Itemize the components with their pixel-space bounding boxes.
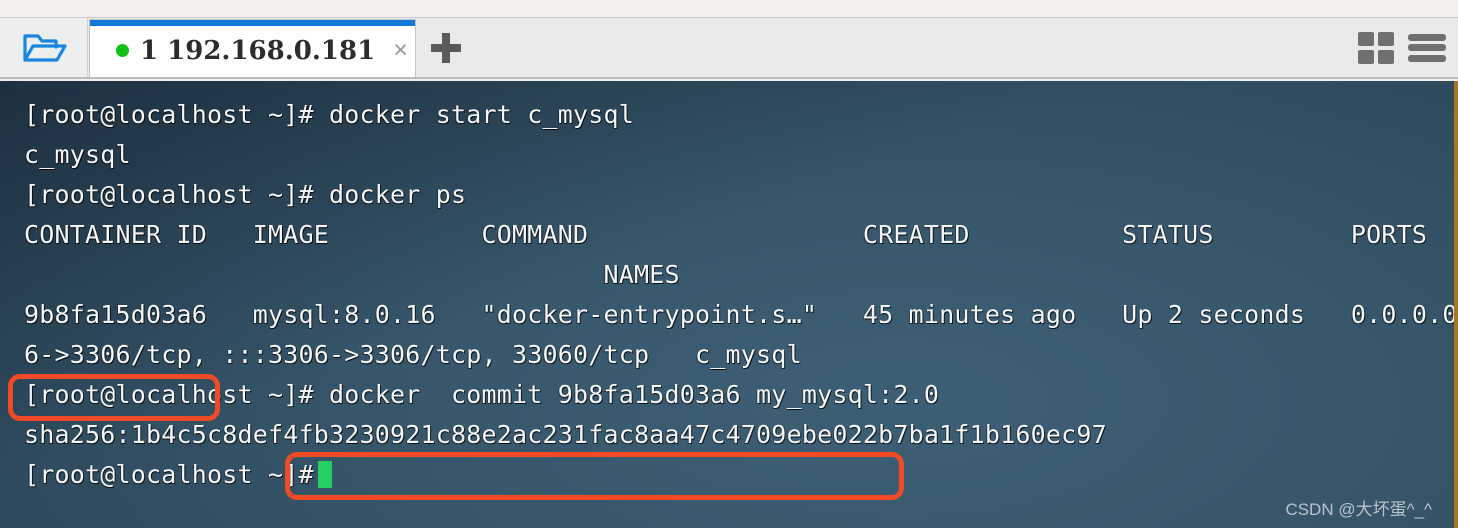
terminal-line: c_mysql bbox=[24, 140, 131, 169]
terminal-line-table-row-cont: 6->3306/tcp, :::3306->3306/tcp, 33060/tc… bbox=[24, 340, 802, 369]
terminal-line-table-header: CONTAINER ID IMAGE COMMAND CREATED STATU… bbox=[24, 220, 1428, 249]
terminal-text: [root@localhost ~]# docker start c_mysql… bbox=[0, 81, 1454, 528]
terminal-line-table-header-cont: NAMES bbox=[24, 260, 680, 289]
terminal-line-sha256: sha256:1b4c5c8def4fb3230921c88e2ac231fac… bbox=[24, 420, 1107, 449]
prompt-text: [root@localhost ~]# bbox=[24, 460, 314, 489]
csdn-watermark: CSDN @大坏蛋^_^ bbox=[1285, 500, 1432, 519]
terminal-output-pane[interactable]: [root@localhost ~]# docker start c_mysql… bbox=[0, 81, 1458, 528]
grid-view-icon[interactable] bbox=[1358, 31, 1394, 64]
terminal-line-table-row: 9b8fa15d03a6 mysql:8.0.16 "docker-entryp… bbox=[24, 300, 1458, 329]
toolbar-right-icons bbox=[1358, 18, 1446, 77]
list-menu-icon[interactable] bbox=[1408, 32, 1446, 64]
terminal-line: [root@localhost ~]# docker ps bbox=[24, 180, 467, 209]
new-tab-button[interactable] bbox=[417, 19, 475, 77]
plus-icon-vertical bbox=[442, 33, 450, 63]
terminal-line: [root@localhost ~]# docker start c_mysql bbox=[24, 100, 635, 129]
terminal-line-commit-command: [root@localhost ~]# docker commit 9b8fa1… bbox=[24, 380, 940, 409]
text-cursor bbox=[317, 461, 332, 488]
tab-active-accent-bar bbox=[90, 20, 415, 26]
terminal-line-prompt: [root@localhost ~]# bbox=[24, 455, 1454, 495]
tab-active-192-168-0-181[interactable]: 1 192.168.0.181 × bbox=[89, 19, 416, 77]
folder-open-icon[interactable] bbox=[0, 18, 88, 77]
window-top-strip bbox=[0, 0, 1458, 17]
tab-close-icon[interactable]: × bbox=[393, 38, 408, 63]
tab-status-dot bbox=[116, 44, 129, 57]
tab-title: 1 192.168.0.181 bbox=[140, 35, 376, 66]
tab-bar: 1 192.168.0.181 × bbox=[0, 17, 1458, 79]
terminal-app-window: 1 192.168.0.181 × [root@localhost ~]# do… bbox=[0, 0, 1458, 528]
